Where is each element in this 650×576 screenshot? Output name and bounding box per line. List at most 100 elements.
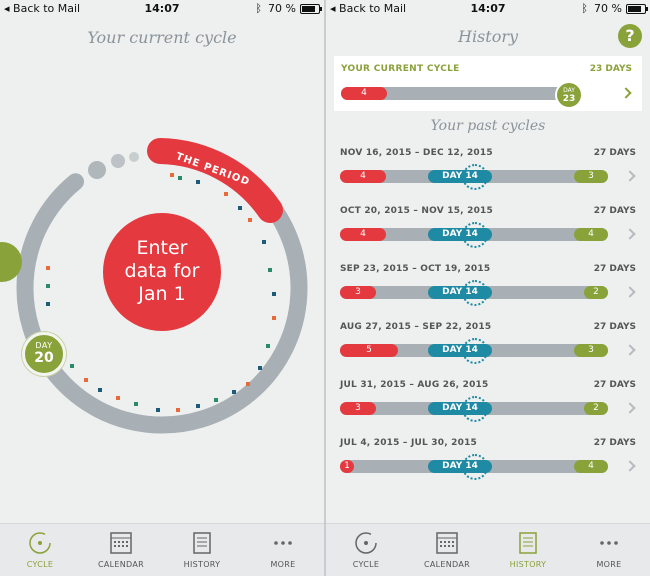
chevron-right-icon (624, 402, 636, 414)
period-segment: 4 (340, 170, 386, 183)
cycle-track: 3 DAY 14 2 (340, 396, 608, 422)
calendar-icon (436, 532, 458, 554)
ovulation-segment: DAY 14 (428, 286, 492, 299)
ovulation-segment: DAY 14 (428, 170, 492, 183)
cycle-track: 4 DAY 14 4 (340, 222, 608, 248)
history-screen: ◂ Back to Mail 14:07 ᛒ 70 % History ? YO… (326, 0, 650, 576)
end-segment: 2 (584, 286, 608, 299)
ovulation-segment: DAY 14 (428, 460, 492, 473)
chevron-right-icon (624, 344, 636, 356)
tab-more[interactable]: MORE (574, 530, 644, 569)
cycle-row[interactable]: JUL 4, 2015 – JUL 30, 2015 27 DAYS 1 DAY… (326, 438, 650, 496)
battery-icon (626, 4, 648, 14)
cycle-row[interactable]: SEP 23, 2015 – OCT 19, 2015 27 DAYS 3 DA… (326, 264, 650, 322)
calendar-icon (110, 532, 132, 554)
cycle-row[interactable]: OCT 20, 2015 – NOV 15, 2015 27 DAYS 4 DA… (326, 206, 650, 264)
history-icon (193, 532, 211, 554)
enter-line-3: Jan 1 (138, 283, 186, 305)
status-bar: ◂ Back to Mail 14:07 ᛒ 70 % (326, 0, 650, 18)
cycle-track: 1 DAY 14 4 (340, 454, 608, 480)
bluetooth-icon: ᛒ (581, 2, 588, 15)
bluetooth-icon: ᛒ (255, 2, 262, 15)
cycle-dates: JUL 4, 2015 – JUL 30, 2015 (340, 438, 478, 448)
tab-bar: CYCLE CALENDAR HISTORY MORE (0, 523, 324, 576)
enter-line-2: data for (124, 260, 200, 282)
cycle-row[interactable]: NOV 16, 2015 – DEC 12, 2015 27 DAYS 4 DA… (326, 148, 650, 206)
tab-label: HISTORY (509, 560, 547, 569)
tab-history[interactable]: HISTORY (493, 530, 563, 569)
tab-label: CALENDAR (97, 560, 144, 569)
tab-cycle[interactable]: CYCLE (331, 530, 401, 569)
period-segment: 3 (340, 286, 376, 299)
cycle-row[interactable]: AUG 27, 2015 – SEP 22, 2015 27 DAYS 5 DA… (326, 322, 650, 380)
tab-calendar[interactable]: CALENDAR (412, 530, 482, 569)
cycle-row[interactable]: JUL 31, 2015 – AUG 26, 2015 27 DAYS 3 DA… (326, 380, 650, 438)
tab-label: CYCLE (352, 560, 380, 569)
ovulation-segment: DAY 14 (428, 402, 492, 415)
battery-percent: 70 % (594, 2, 622, 15)
cycle-dates: JUL 31, 2015 – AUG 26, 2015 (340, 380, 489, 390)
ring-dot (88, 161, 106, 179)
cycle-days: 27 DAYS (593, 206, 636, 216)
enter-data-button[interactable]: Enter data for Jan 1 (103, 213, 221, 331)
cycle-dates: SEP 23, 2015 – OCT 19, 2015 (340, 264, 491, 274)
history-icon (519, 532, 537, 554)
end-segment: 3 (574, 170, 608, 183)
current-cycle-days: 23 DAYS (589, 64, 632, 74)
battery-percent: 70 % (268, 2, 296, 15)
cycle-dates: OCT 20, 2015 – NOV 15, 2015 (340, 206, 493, 216)
cycle-days: 27 DAYS (593, 148, 636, 158)
current-cycle-card[interactable]: YOUR CURRENT CYCLE 23 DAYS 4 DAY 23 (334, 56, 642, 111)
end-segment: 3 (574, 344, 608, 357)
period-segment: 4 (340, 228, 386, 241)
tab-label: MORE (270, 560, 296, 569)
tab-history[interactable]: HISTORY (167, 530, 237, 569)
chevron-right-icon (624, 286, 636, 298)
current-day-marker: DAY 23 (555, 81, 583, 109)
day-badge-number: 20 (34, 350, 54, 366)
chevron-right-icon (624, 460, 636, 472)
period-segment: 1 (340, 460, 354, 473)
chevron-right-icon (620, 87, 632, 99)
current-day-badge[interactable]: DAY 20 (22, 332, 66, 376)
more-icon (274, 541, 292, 545)
tab-label: CALENDAR (423, 560, 470, 569)
cycle-days: 27 DAYS (593, 322, 636, 332)
current-cycle-label: YOUR CURRENT CYCLE (341, 64, 460, 74)
tab-label: CYCLE (26, 560, 54, 569)
chevron-right-icon (624, 170, 636, 182)
ovulation-segment: DAY 14 (428, 344, 492, 357)
day-badge-label: DAY (35, 341, 53, 350)
period-segment: 4 (341, 87, 387, 100)
tab-cycle[interactable]: CYCLE (5, 530, 75, 569)
cycle-days: 27 DAYS (593, 438, 636, 448)
tab-label: MORE (596, 560, 622, 569)
cycle-days: 27 DAYS (593, 264, 636, 274)
cycle-dates: AUG 27, 2015 – SEP 22, 2015 (340, 322, 492, 332)
more-icon (600, 541, 618, 545)
cycle-track: 4 DAY 14 3 (340, 164, 608, 190)
help-button[interactable]: ? (618, 24, 642, 48)
tab-label: HISTORY (183, 560, 221, 569)
ovulation-segment: DAY 14 (428, 228, 492, 241)
cycle-icon (355, 532, 377, 554)
period-segment: 3 (340, 402, 376, 415)
cycle-dates: NOV 16, 2015 – DEC 12, 2015 (340, 148, 493, 158)
past-cycles-title: Your past cycles (430, 118, 546, 134)
tab-calendar[interactable]: CALENDAR (86, 530, 156, 569)
end-segment: 4 (574, 460, 608, 473)
cycle-track: 3 DAY 14 2 (340, 280, 608, 306)
ring-dot (129, 152, 139, 162)
ring-dot (111, 154, 125, 168)
cycle-icon (29, 532, 51, 554)
battery-icon (300, 4, 322, 14)
period-segment: 5 (340, 344, 398, 357)
cycle-track: 5 DAY 14 3 (340, 338, 608, 364)
cycle-screen: ◂ Back to Mail 14:07 ᛒ 70 % Your current… (0, 0, 324, 576)
enter-line-1: Enter (136, 237, 188, 259)
page-title: History (457, 27, 519, 46)
current-day-label: DAY (563, 87, 575, 94)
current-day-number: 23 (562, 94, 576, 104)
cycle-days: 27 DAYS (593, 380, 636, 390)
tab-more[interactable]: MORE (248, 530, 318, 569)
